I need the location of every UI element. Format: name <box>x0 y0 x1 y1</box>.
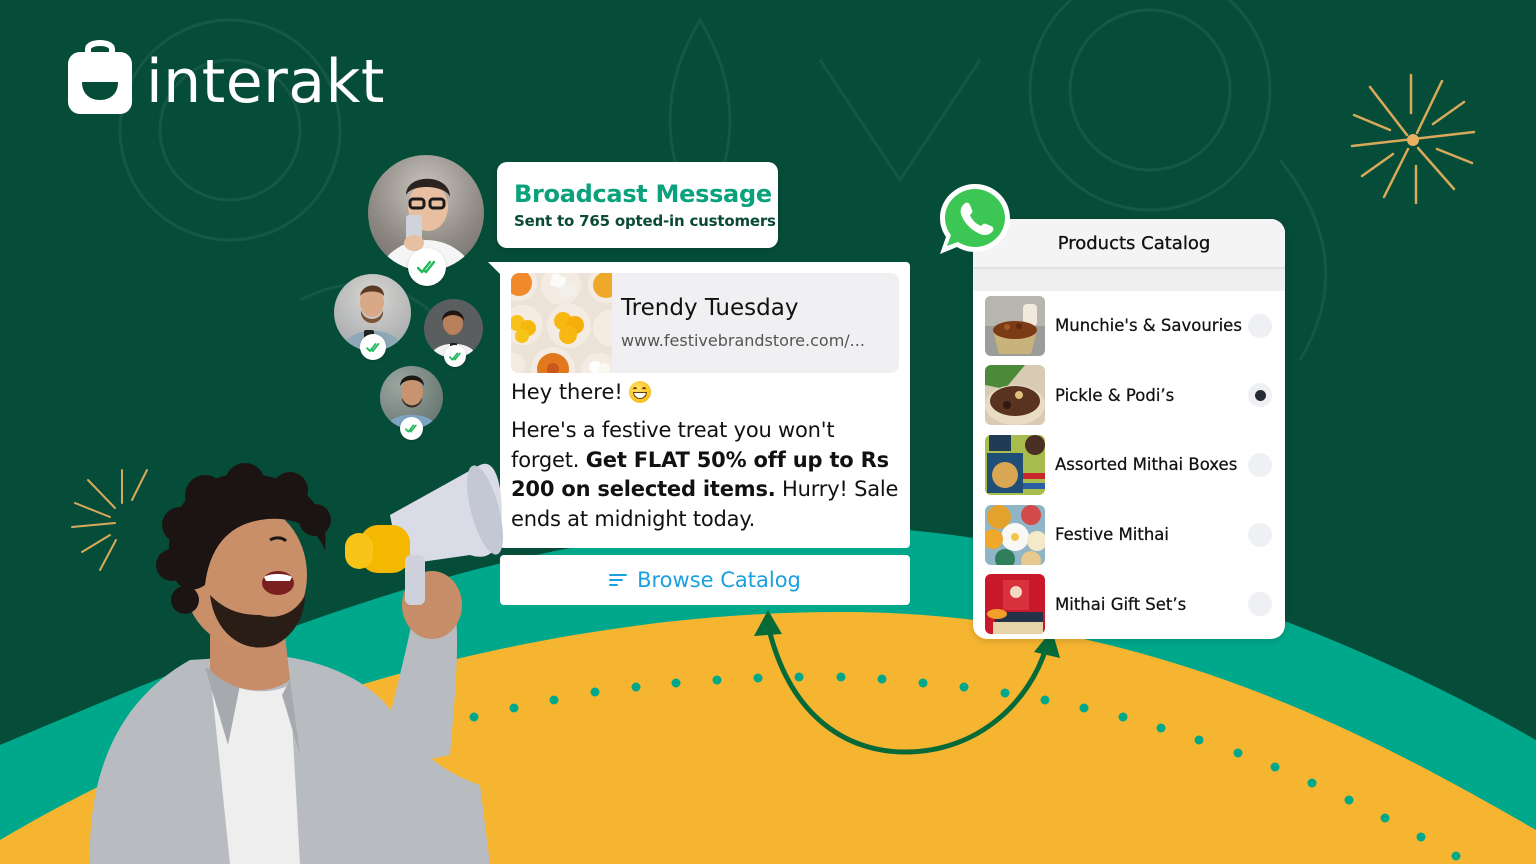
catalog-item-radio[interactable] <box>1248 452 1272 477</box>
whatsapp-message-bubble: Trendy Tuesday www.festivebrandstore.com… <box>500 262 910 548</box>
sweets-platter-image <box>511 273 612 373</box>
catalog-item-label: Mithai Gift Set’s <box>1055 594 1187 614</box>
whatsapp-icon <box>940 184 1010 254</box>
shopping-bag-logo-icon <box>68 40 132 114</box>
link-preview-title: Trendy Tuesday <box>621 295 799 321</box>
products-catalog-panel: Products Catalog Munchie's & Savouries P… <box>973 219 1285 639</box>
catalog-item-radio[interactable] <box>1248 522 1272 547</box>
catalog-item-radio-selected[interactable] <box>1248 383 1272 408</box>
catalog-item[interactable]: Munchie's & Savouries <box>973 291 1285 361</box>
munchies-thumbnail <box>985 295 1045 356</box>
message-greeting: Hey there! <box>511 380 899 404</box>
pickle-thumbnail <box>985 365 1045 426</box>
brand-name: interakt <box>146 47 385 117</box>
read-receipt-icon <box>400 417 423 440</box>
link-preview-thumbnail <box>511 273 612 373</box>
interakt-logo[interactable]: interakt <box>68 36 385 114</box>
read-receipt-icon <box>408 248 446 286</box>
mithai-boxes-thumbnail <box>985 434 1045 495</box>
catalog-item-radio[interactable] <box>1248 313 1272 338</box>
browse-catalog-label: Browse Catalog <box>637 568 801 592</box>
catalog-header: Products Catalog <box>973 219 1285 269</box>
broadcast-subtitle: Sent to 765 opted-in customers <box>514 212 776 230</box>
radio-selected-dot <box>1254 389 1266 401</box>
link-preview[interactable]: Trendy Tuesday www.festivebrandstore.com… <box>511 273 899 373</box>
catalog-item[interactable]: Assorted Mithai Boxes <box>973 430 1285 500</box>
broadcast-title: Broadcast Message <box>514 180 772 208</box>
grinning-face-emoji-icon <box>628 381 651 403</box>
greeting-text: Hey there! <box>511 380 623 404</box>
catalog-item[interactable]: Festive Mithai <box>973 500 1285 570</box>
mithai-gift-set-thumbnail <box>985 574 1045 635</box>
catalog-title: Products Catalog <box>1057 232 1211 254</box>
catalog-item-label: Pickle & Podi’s <box>1055 385 1175 405</box>
festive-mithai-thumbnail <box>985 504 1045 565</box>
read-receipt-icon <box>444 345 466 367</box>
message-body: Here's a festive treat you won't forget.… <box>511 416 899 534</box>
read-receipt-icon <box>360 334 386 360</box>
catalog-item[interactable]: Mithai Gift Set’s <box>973 569 1285 639</box>
broadcast-header-card: Broadcast Message Sent to 765 opted-in c… <box>497 162 778 248</box>
catalog-item-label: Munchie's & Savouries <box>1055 316 1242 336</box>
person-with-megaphone-illustration <box>89 463 504 864</box>
list-icon <box>609 573 628 587</box>
catalog-item-label: Festive Mithai <box>1055 525 1169 545</box>
catalog-item-radio[interactable] <box>1248 592 1272 617</box>
link-preview-url[interactable]: www.festivebrandstore.com/... <box>621 331 865 350</box>
browse-catalog-button[interactable]: Browse Catalog <box>500 555 910 605</box>
catalog-item-label: Assorted Mithai Boxes <box>1055 455 1238 475</box>
catalog-item[interactable]: Pickle & Podi’s <box>973 361 1285 431</box>
